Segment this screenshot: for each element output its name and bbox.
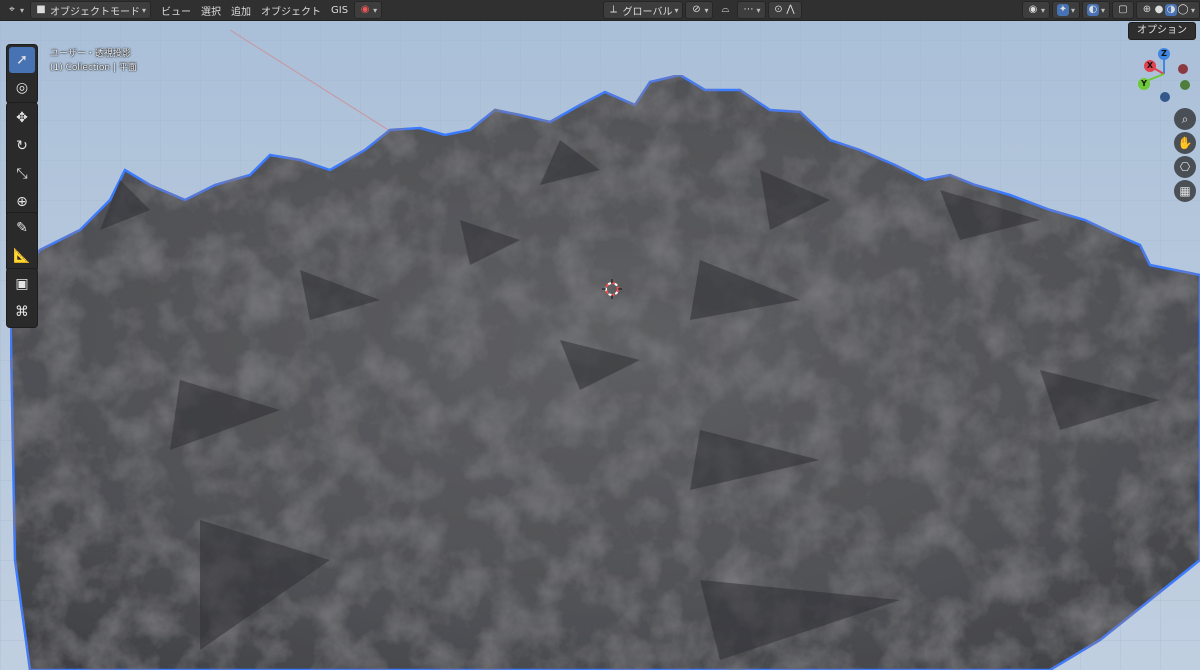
move-icon[interactable]: ✥ — [9, 105, 35, 131]
menu-select[interactable]: 選択 — [197, 2, 225, 18]
gis-globe-button[interactable]: ◉ ▾ — [354, 1, 383, 19]
material-shading-icon: ◑ — [1165, 4, 1177, 16]
chevron-down-icon: ▾ — [756, 5, 761, 15]
chevron-down-icon: ▾ — [1191, 5, 1196, 15]
snap-target-selector[interactable]: ⋯ ▾ — [737, 1, 766, 19]
snap-toggle[interactable]: ⌓ — [715, 2, 735, 18]
wireframe-shading-icon: ⊕ — [1142, 4, 1152, 15]
3d-cursor-icon[interactable] — [602, 279, 622, 299]
pivot-icon: ⊘ — [692, 4, 701, 15]
options-button[interactable]: オプション — [1128, 22, 1196, 40]
globe-icon: ◉ — [360, 4, 370, 15]
add-cube-icon[interactable]: ▣ — [9, 271, 35, 297]
chevron-down-icon: ▾ — [1040, 5, 1045, 15]
hand-pan-icon[interactable]: ✋ — [1174, 132, 1196, 154]
toolbar-group-annotate: ✎ 📐 — [6, 212, 38, 272]
terrain-mesh — [0, 20, 1200, 670]
measure-icon[interactable]: 📐 — [9, 243, 35, 269]
rendered-shading-icon: ◯ — [1177, 4, 1189, 15]
mode-label: オブジェクトモード — [50, 6, 141, 18]
toolbar-group-transform: ✥ ↻ ⤡ ⊕ — [6, 102, 38, 218]
grid-ortho-icon[interactable]: ▦ — [1174, 180, 1196, 202]
falloff-icon: ⋀ — [786, 4, 795, 15]
gizmo-neg-y-axis[interactable] — [1180, 80, 1190, 90]
3d-view-icon: ⌖ — [9, 4, 15, 15]
collection-info: (1) Collection | 平面 — [50, 63, 137, 73]
menu-object[interactable]: オブジェクト — [257, 2, 325, 18]
zoom-icon[interactable]: ⌕ — [1174, 108, 1196, 130]
navigation-gizmo[interactable]: Z X Y — [1134, 44, 1194, 104]
orientation-label: グローバル — [622, 6, 673, 18]
pivot-selector[interactable]: ⊘ ▾ — [685, 1, 714, 19]
chevron-down-icon: ▾ — [674, 5, 679, 15]
object-mode-icon: ■ — [36, 4, 46, 15]
orientation-icon: ⟂ — [610, 4, 617, 15]
magnet-icon: ⌓ — [721, 4, 730, 15]
chevron-down-icon: ▾ — [20, 5, 25, 15]
editor-type-selector[interactable]: ⌖ ▾ — [2, 2, 28, 18]
proportional-editing[interactable]: ⊙ ⋀ — [767, 1, 802, 19]
menu-view[interactable]: ビュー — [157, 2, 195, 18]
gis-icon[interactable]: ⌘ — [9, 299, 35, 325]
chevron-down-icon: ▾ — [373, 5, 378, 15]
chevron-down-icon: ▾ — [1100, 5, 1105, 15]
menu-gis[interactable]: GIS — [327, 2, 352, 18]
rotate-icon[interactable]: ↻ — [9, 133, 35, 159]
orientation-selector[interactable]: ⟂ グローバル ▾ — [602, 1, 684, 19]
toolbar-group-select: ➚ ◎ — [6, 44, 38, 104]
chevron-down-icon: ▾ — [1070, 5, 1075, 15]
xray-toggle[interactable]: ▢ — [1112, 1, 1134, 19]
chevron-down-icon: ▾ — [142, 5, 147, 15]
gizmo-z-axis[interactable]: Z — [1158, 48, 1170, 60]
menu-add[interactable]: 追加 — [227, 2, 255, 18]
shading-modes[interactable]: ⊕ ● ◑ ◯ ▾ — [1136, 1, 1200, 19]
eye-icon: ◉ — [1028, 4, 1038, 15]
proportional-icon: ⊙ — [774, 4, 783, 15]
cursor-icon[interactable]: ◎ — [9, 75, 35, 101]
gizmo-x-axis[interactable]: X — [1144, 60, 1156, 72]
gizmo-icon: ✦ — [1056, 4, 1069, 16]
visibility-selector[interactable]: ◉ ▾ — [1021, 1, 1050, 19]
mode-selector[interactable]: ■ オブジェクトモード ▾ — [30, 1, 152, 19]
solid-shading-icon: ● — [1154, 4, 1164, 15]
view-name: ユーザー・透視投影 — [50, 49, 131, 59]
3d-viewport[interactable]: ユーザー・透視投影 (1) Collection | 平面 ➚ ◎ ✥ ↻ ⤡ … — [0, 0, 1200, 670]
gizmo-neg-x-axis[interactable] — [1178, 64, 1188, 74]
gizmo-neg-z-axis[interactable] — [1160, 92, 1170, 102]
viewport-header: ⌖ ▾ ■ オブジェクトモード ▾ ビュー 選択 追加 オブジェクト GIS ◉ ▾ ⟂… — [0, 0, 1200, 21]
scale-icon[interactable]: ⤡ — [9, 161, 35, 187]
gizmo-toggle[interactable]: ✦ ▾ — [1051, 1, 1080, 19]
camera-icon[interactable]: ⎔ — [1174, 156, 1196, 178]
toolbar-group-add: ▣ ⌘ — [6, 268, 38, 328]
chevron-down-icon: ▾ — [704, 5, 709, 15]
xray-icon: ▢ — [1118, 4, 1128, 15]
overlay-toggle[interactable]: ◐ ▾ — [1081, 1, 1110, 19]
gizmo-y-axis[interactable]: Y — [1138, 78, 1150, 90]
overlay-icon: ◐ — [1086, 4, 1099, 16]
annotate-icon[interactable]: ✎ — [9, 215, 35, 241]
snap-increment-icon: ⋯ — [743, 4, 754, 15]
select-box-icon[interactable]: ➚ — [9, 47, 35, 73]
